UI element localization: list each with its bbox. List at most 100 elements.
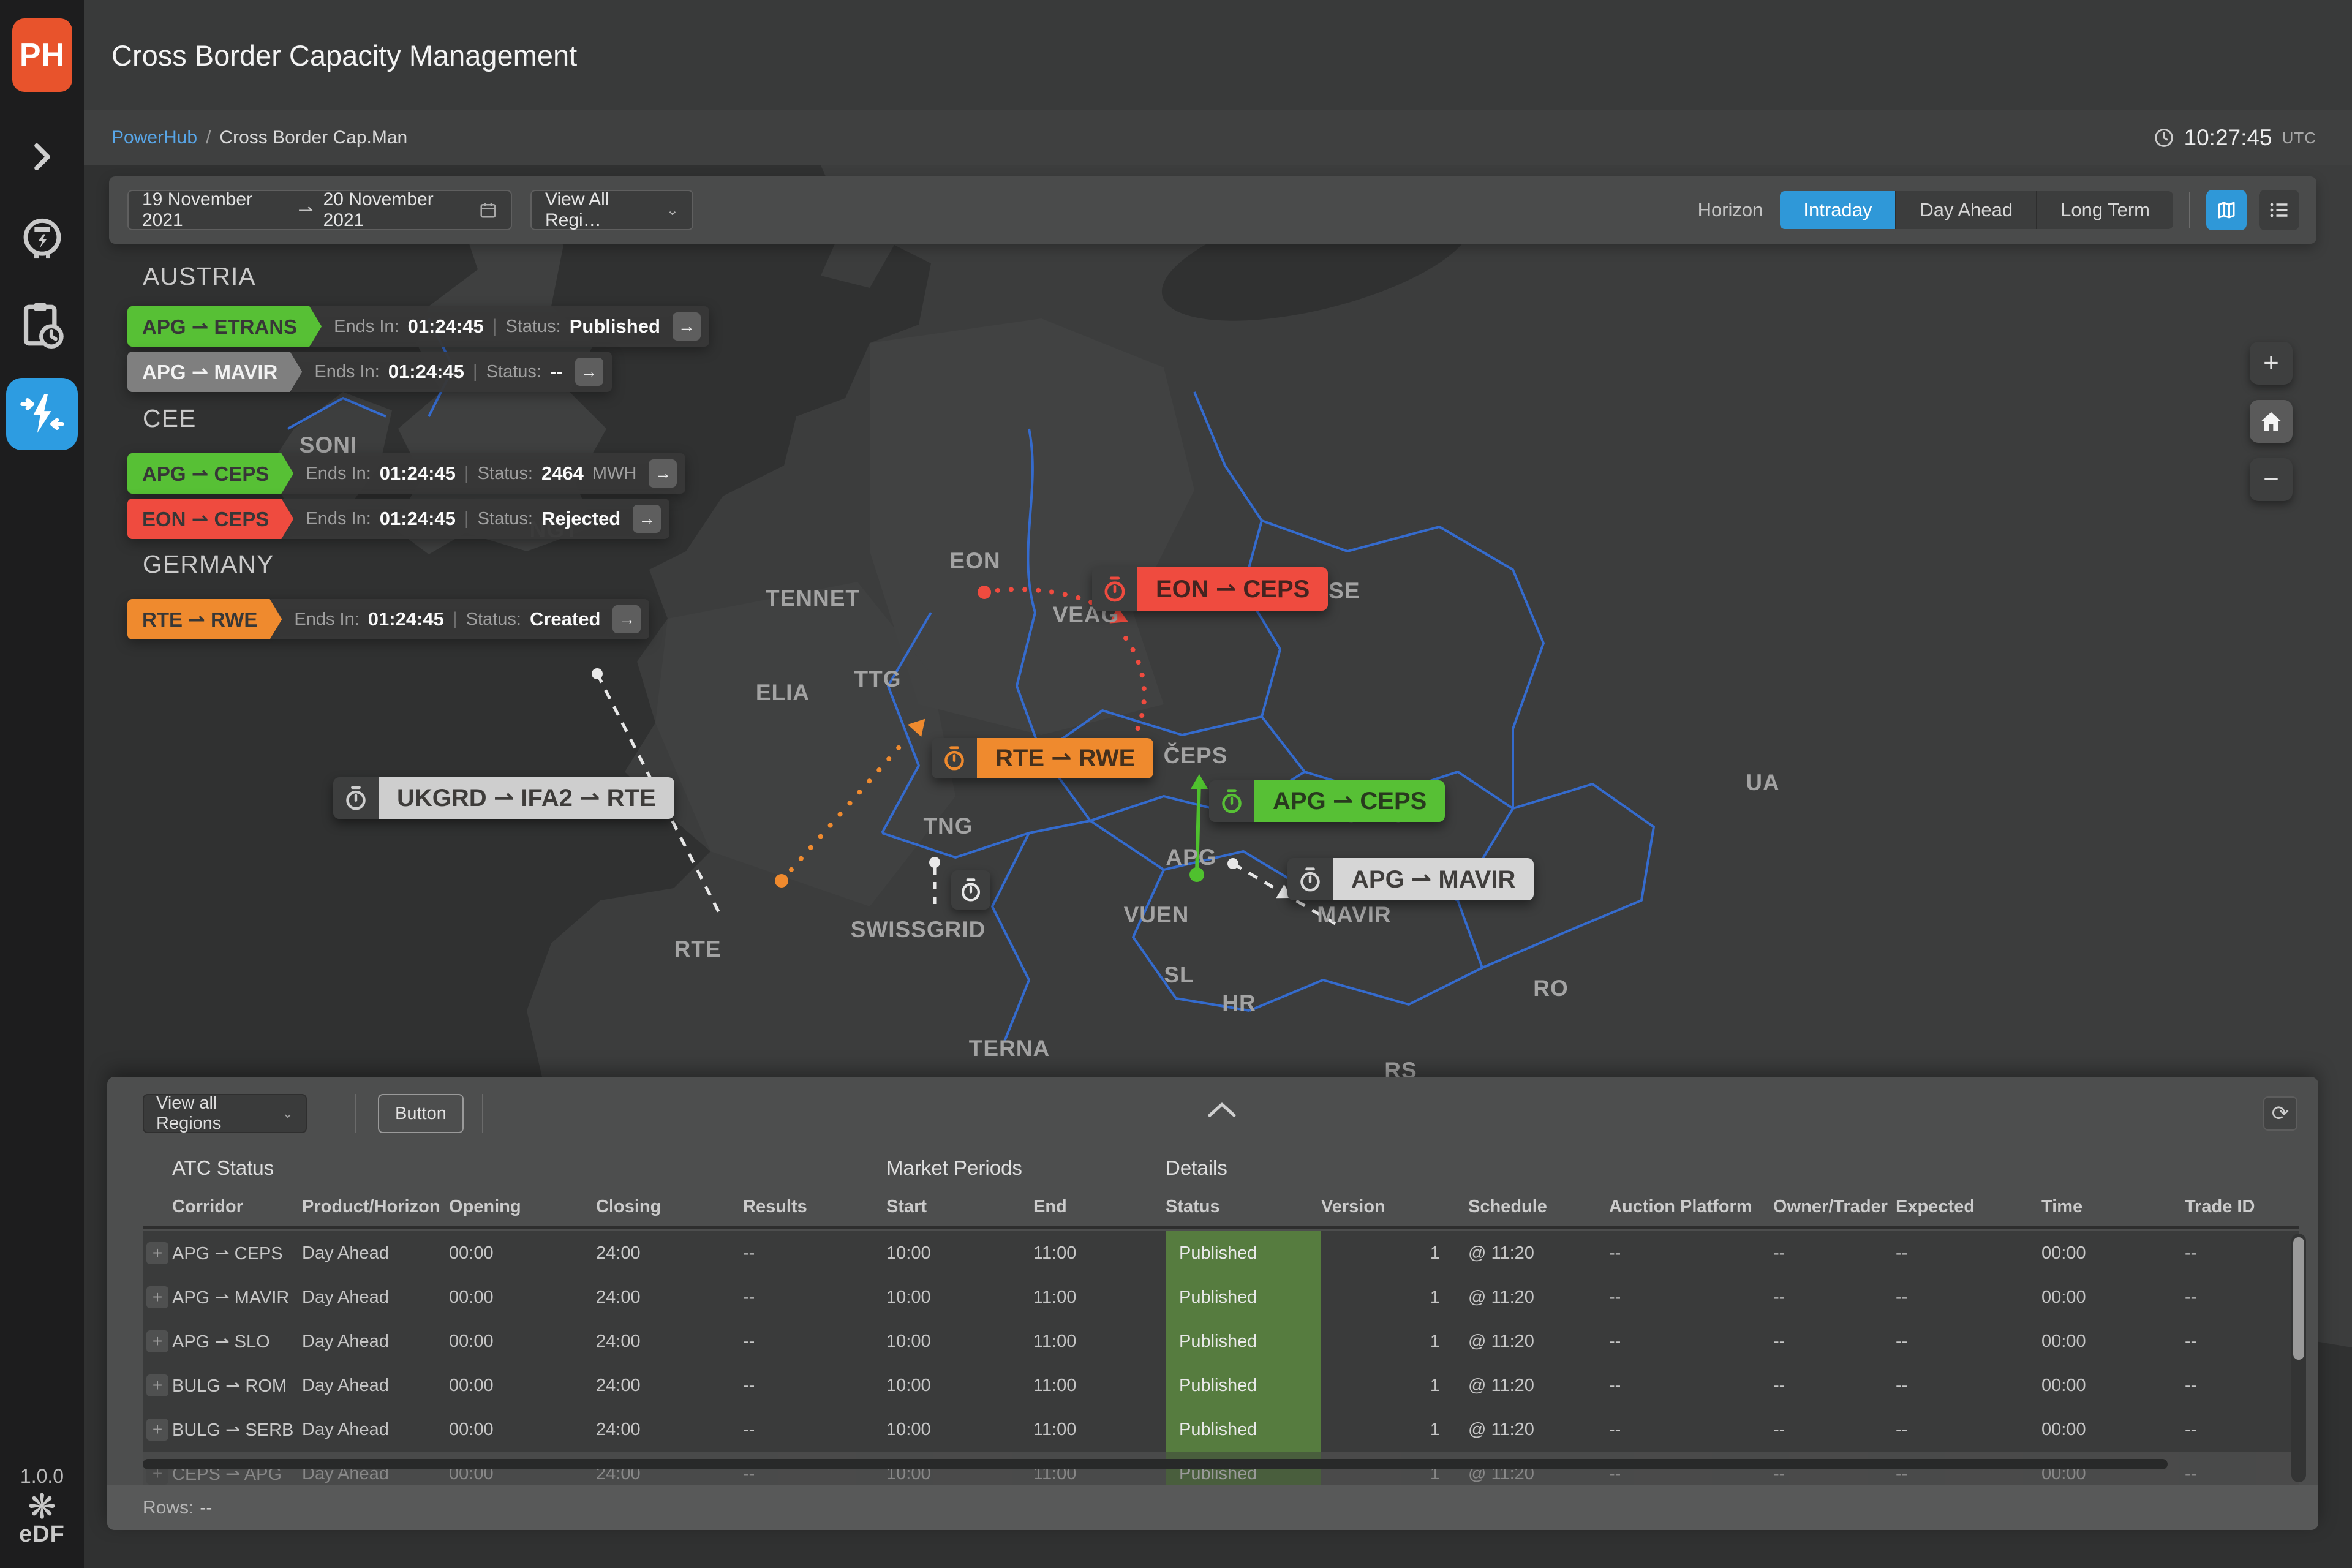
cell-version: 1 xyxy=(1321,1287,1468,1308)
cell-status: Published xyxy=(1166,1408,1321,1452)
expand-row-button[interactable]: + xyxy=(146,1374,168,1396)
timer-icon xyxy=(333,777,379,819)
ends-in-value: 01:24:45 xyxy=(368,608,444,630)
chevron-down-icon: ⌄ xyxy=(282,1106,293,1121)
map-zoom-in-button[interactable]: + xyxy=(2250,342,2293,385)
expand-row-button[interactable]: + xyxy=(146,1330,168,1352)
cell-time: 00:00 xyxy=(2041,1243,2185,1264)
cell-expected: -- xyxy=(1896,1287,2041,1308)
col-results: Results xyxy=(743,1197,886,1217)
sidebar-item-cross-border[interactable] xyxy=(6,378,78,450)
cell-closing: 24:00 xyxy=(596,1376,743,1396)
horizon-tab-day-ahead[interactable]: Day Ahead xyxy=(1896,191,2037,229)
region-filter-select[interactable]: View All Regi… ⌄ xyxy=(530,190,693,230)
ends-in-label: Ends In: xyxy=(314,362,379,382)
cell-auction-platform: -- xyxy=(1609,1243,1773,1264)
corridor-row-apg-ceps[interactable]: APG ⇀ CEPS Ends In:01:24:45 | Status:246… xyxy=(127,453,685,494)
date-range-picker[interactable]: 19 November 2021 ⇀ 20 November 2021 xyxy=(127,190,512,230)
cell-auction-platform: -- xyxy=(1609,1332,1773,1352)
table-row[interactable]: + BULG ⇀ SERB Day Ahead 00:00 24:00 -- 1… xyxy=(143,1408,2299,1452)
cell-trade-id: -- xyxy=(2185,1376,2299,1396)
horizon-label: Horizon xyxy=(1698,199,1763,221)
status-value: -- xyxy=(550,361,563,383)
cell-trade-id: -- xyxy=(2185,1287,2299,1308)
status-label: Status: xyxy=(505,317,560,337)
goto-arrow-button[interactable]: → xyxy=(649,459,677,488)
cell-expected: -- xyxy=(1896,1332,2041,1352)
map-label-rte: RTE xyxy=(674,937,722,962)
cell-opening: 00:00 xyxy=(449,1243,596,1264)
timer-icon xyxy=(1287,858,1333,900)
cell-opening: 00:00 xyxy=(449,1420,596,1440)
corridor-row-rte-rwe[interactable]: RTE ⇀ RWE Ends In:01:24:45 | Status:Crea… xyxy=(127,599,649,639)
expand-row-button[interactable]: + xyxy=(146,1286,168,1308)
collapse-panel-button[interactable] xyxy=(1204,1098,1240,1122)
edf-flower-icon: ❋ xyxy=(0,1488,84,1525)
panel-toolbar: View all Regions ⌄ Button ⟳ xyxy=(107,1077,2318,1155)
cell-end: 11:00 xyxy=(1033,1243,1166,1264)
app-logo[interactable]: PH xyxy=(12,18,72,92)
horizontal-scrollbar-thumb[interactable] xyxy=(143,1459,2168,1469)
expand-row-button[interactable]: + xyxy=(146,1419,168,1441)
expand-sidebar-button[interactable] xyxy=(0,141,84,173)
horizon-tab-long-term[interactable]: Long Term xyxy=(2037,191,2173,229)
map-label-elia: ELIA xyxy=(756,680,810,706)
goto-arrow-button[interactable]: → xyxy=(612,605,641,633)
cell-trade-id: -- xyxy=(2185,1243,2299,1264)
cell-status: Published xyxy=(1166,1363,1321,1408)
corridor-label: APG ⇀ CEPS xyxy=(1254,780,1445,822)
vertical-scrollbar-thumb[interactable] xyxy=(2293,1237,2304,1360)
table-row[interactable]: + APG ⇀ MAVIR Day Ahead 00:00 24:00 -- 1… xyxy=(143,1275,2299,1319)
map-zoom-out-button[interactable]: − xyxy=(2250,458,2293,501)
map-badge-apg-ceps[interactable]: APG ⇀ CEPS xyxy=(1209,780,1445,822)
breadcrumb-link-powerhub[interactable]: PowerHub xyxy=(111,127,197,148)
table-row[interactable]: + APG ⇀ SLO Day Ahead 00:00 24:00 -- 10:… xyxy=(143,1319,2299,1363)
panel-footer: Rows: -- xyxy=(107,1485,2318,1530)
cell-trade-id: -- xyxy=(2185,1420,2299,1440)
map-badge-rte-rwe[interactable]: RTE ⇀ RWE xyxy=(932,738,1153,778)
list-view-button[interactable] xyxy=(2259,190,2299,230)
cell-opening: 00:00 xyxy=(449,1332,596,1352)
sidebar-item-meter[interactable] xyxy=(0,216,84,265)
horizon-tab-intraday[interactable]: Intraday xyxy=(1780,191,1896,229)
sidebar-item-schedule[interactable] xyxy=(0,299,84,352)
cell-owner-trader: -- xyxy=(1773,1376,1896,1396)
expand-row-button[interactable]: + xyxy=(146,1242,168,1264)
cell-expected: -- xyxy=(1896,1420,2041,1440)
corridor-row-apg-etrans[interactable]: APG ⇀ ETRANS Ends In:01:24:45 | Status:P… xyxy=(127,306,709,347)
status-value: Rejected xyxy=(541,508,620,530)
map-badge-eon-ceps[interactable]: EON ⇀ CEPS xyxy=(1092,567,1328,611)
table-row[interactable]: + BULG ⇀ ROM Day Ahead 00:00 24:00 -- 10… xyxy=(143,1363,2299,1408)
rows-label: Rows: xyxy=(143,1498,194,1518)
cell-corridor: APG ⇀ MAVIR xyxy=(172,1287,302,1308)
cell-schedule: @ 11:20 xyxy=(1468,1287,1609,1308)
cell-auction-platform: -- xyxy=(1609,1287,1773,1308)
timer-chip[interactable] xyxy=(951,870,990,910)
map-badge-apg-mavir[interactable]: APG ⇀ MAVIR xyxy=(1287,858,1534,900)
goto-arrow-button[interactable]: → xyxy=(673,312,701,341)
panel-region-filter-select[interactable]: View all Regions ⌄ xyxy=(143,1094,307,1133)
minus-icon: − xyxy=(2263,464,2279,495)
breadcrumb-bar: PowerHub / Cross Border Cap.Man 10:27:45… xyxy=(84,110,2352,165)
cross-border-icon xyxy=(18,390,66,438)
corridor-row-apg-mavir[interactable]: APG ⇀ MAVIR Ends In:01:24:45 | Status:--… xyxy=(127,352,612,392)
map-label-tng: TNG xyxy=(923,813,973,839)
date-end: 20 November 2021 xyxy=(323,189,469,231)
table-row[interactable]: + APG ⇀ CEPS Day Ahead 00:00 24:00 -- 10… xyxy=(143,1231,2299,1275)
map-view-button[interactable] xyxy=(2206,190,2247,230)
corridor-row-eon-ceps[interactable]: EON ⇀ CEPS Ends In:01:24:45 | Status:Rej… xyxy=(127,499,669,539)
goto-arrow-button[interactable]: → xyxy=(575,358,603,386)
cell-product: Day Ahead xyxy=(302,1243,449,1264)
status-unit: MWH xyxy=(592,464,636,484)
cell-corridor: BULG ⇀ SERB xyxy=(172,1419,302,1441)
refresh-button[interactable]: ⟳ xyxy=(2263,1096,2297,1131)
corridor-tag: APG ⇀ ETRANS xyxy=(127,306,322,347)
panel-action-button[interactable]: Button xyxy=(378,1094,464,1133)
col-status: Status xyxy=(1166,1197,1321,1217)
ends-in-value: 01:24:45 xyxy=(388,361,464,383)
map-badge-ukgrd-ifa2-rte[interactable]: UKGRD ⇀ IFA2 ⇀ RTE xyxy=(333,777,674,819)
panel-region-filter-value: View all Regions xyxy=(156,1093,282,1134)
rows-value: -- xyxy=(200,1498,212,1518)
map-home-button[interactable] xyxy=(2250,400,2293,443)
goto-arrow-button[interactable]: → xyxy=(633,505,661,533)
